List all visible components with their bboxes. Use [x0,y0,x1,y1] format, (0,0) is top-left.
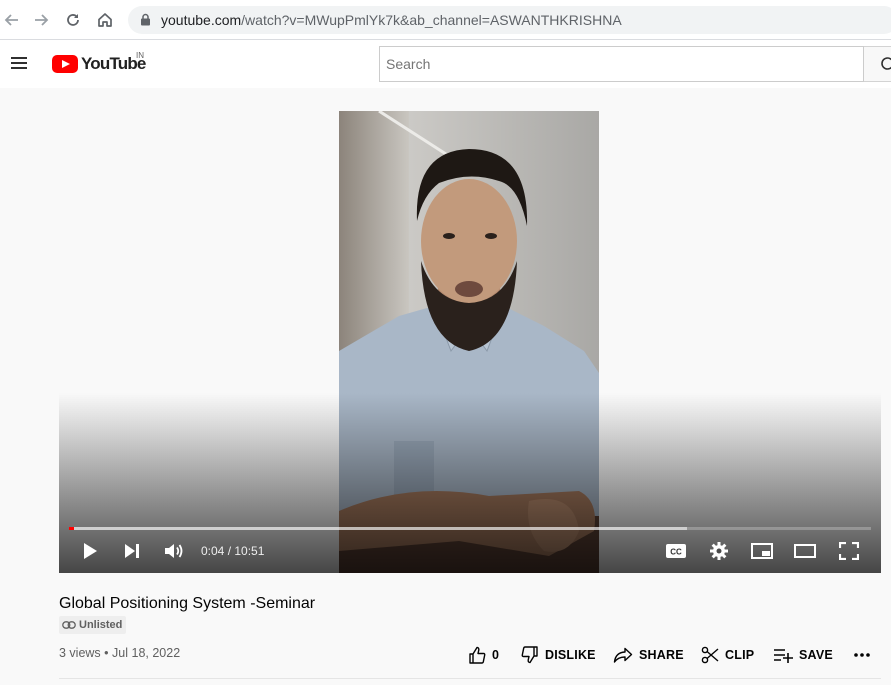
duration: 10:51 [234,544,265,558]
video-frame[interactable] [339,111,599,573]
video-player[interactable]: 0:04 / 10:51 CC [59,111,881,573]
link-icon [62,621,76,629]
playlist-add-icon [774,649,793,663]
progress-loaded [69,527,687,530]
like-button[interactable]: 0 [468,645,499,665]
country-code: IN [136,51,144,60]
share-icon [613,647,633,663]
url-text: youtube.com/watch?v=MWupPmlYk7k&ab_chann… [161,12,622,28]
closed-captions-icon: CC [666,544,686,558]
share-label: SHARE [639,648,684,662]
unlisted-badge: Unlisted [59,616,127,634]
unlisted-label: Unlisted [79,619,123,631]
skip-next-icon [125,544,139,558]
arrow-right-icon[interactable] [29,8,53,32]
scissors-icon [701,646,719,664]
divider [59,678,881,679]
current-time: 0:04 [201,544,225,558]
reload-icon[interactable] [61,8,85,32]
fullscreen-icon [839,542,859,560]
miniplayer-icon [751,543,773,559]
masthead: YouTube IN [0,40,891,88]
lock-icon [140,13,151,31]
address-bar[interactable]: youtube.com/watch?v=MWupPmlYk7k&ab_chann… [128,6,891,34]
search-button[interactable] [864,46,891,82]
gear-icon [710,542,728,560]
mute-button[interactable] [160,539,188,563]
share-button[interactable]: SHARE [613,645,684,665]
dislike-button[interactable]: DISLIKE [521,645,596,665]
subtitles-button[interactable]: CC [662,539,690,563]
fullscreen-button[interactable] [835,539,863,563]
theater-mode-icon [794,544,816,558]
miniplayer-button[interactable] [748,539,776,563]
dislike-label: DISLIKE [545,648,596,662]
url-host: youtube.com [161,12,242,28]
clip-button[interactable]: CLIP [701,645,754,665]
search-input[interactable] [380,47,863,81]
play-button[interactable] [76,539,104,563]
url-path: /watch?v=MWupPmlYk7k&ab_channel=ASWANTHK… [241,12,622,28]
more-actions-button[interactable] [853,645,871,665]
info-dot: • [104,646,109,660]
search-box [379,46,864,82]
arrow-left-icon[interactable] [0,8,24,32]
save-label: SAVE [799,648,833,662]
upload-date: Jul 18, 2022 [112,646,181,660]
browser-toolbar: youtube.com/watch?v=MWupPmlYk7k&ab_chann… [0,0,891,40]
svg-text:CC: CC [670,548,682,557]
theater-mode-button[interactable] [791,539,819,563]
time-separator: / [224,544,235,558]
progress-played [69,527,74,530]
like-count: 0 [492,648,500,662]
view-count: 3 views [59,646,101,660]
video-info: 3 views • Jul 18, 2022 [59,646,180,660]
save-button[interactable]: SAVE [773,645,833,665]
video-title: Global Positioning System -Seminar [59,595,316,612]
thumbs-up-icon [469,646,486,664]
search-icon [881,57,891,70]
clip-label: CLIP [725,648,755,662]
time-display: 0:04 / 10:51 [201,544,264,558]
next-button[interactable] [118,539,146,563]
video-frame-image [339,111,599,573]
settings-button[interactable] [705,539,733,563]
play-icon [84,543,97,559]
youtube-play-icon [52,55,78,73]
progress-bar[interactable] [69,527,871,530]
more-horizontal-icon [854,653,870,657]
menu-icon[interactable] [10,54,30,74]
thumbs-down-icon [521,646,538,664]
youtube-logo[interactable]: YouTube IN [52,51,146,75]
volume-icon [165,544,183,558]
home-icon[interactable] [93,8,117,32]
